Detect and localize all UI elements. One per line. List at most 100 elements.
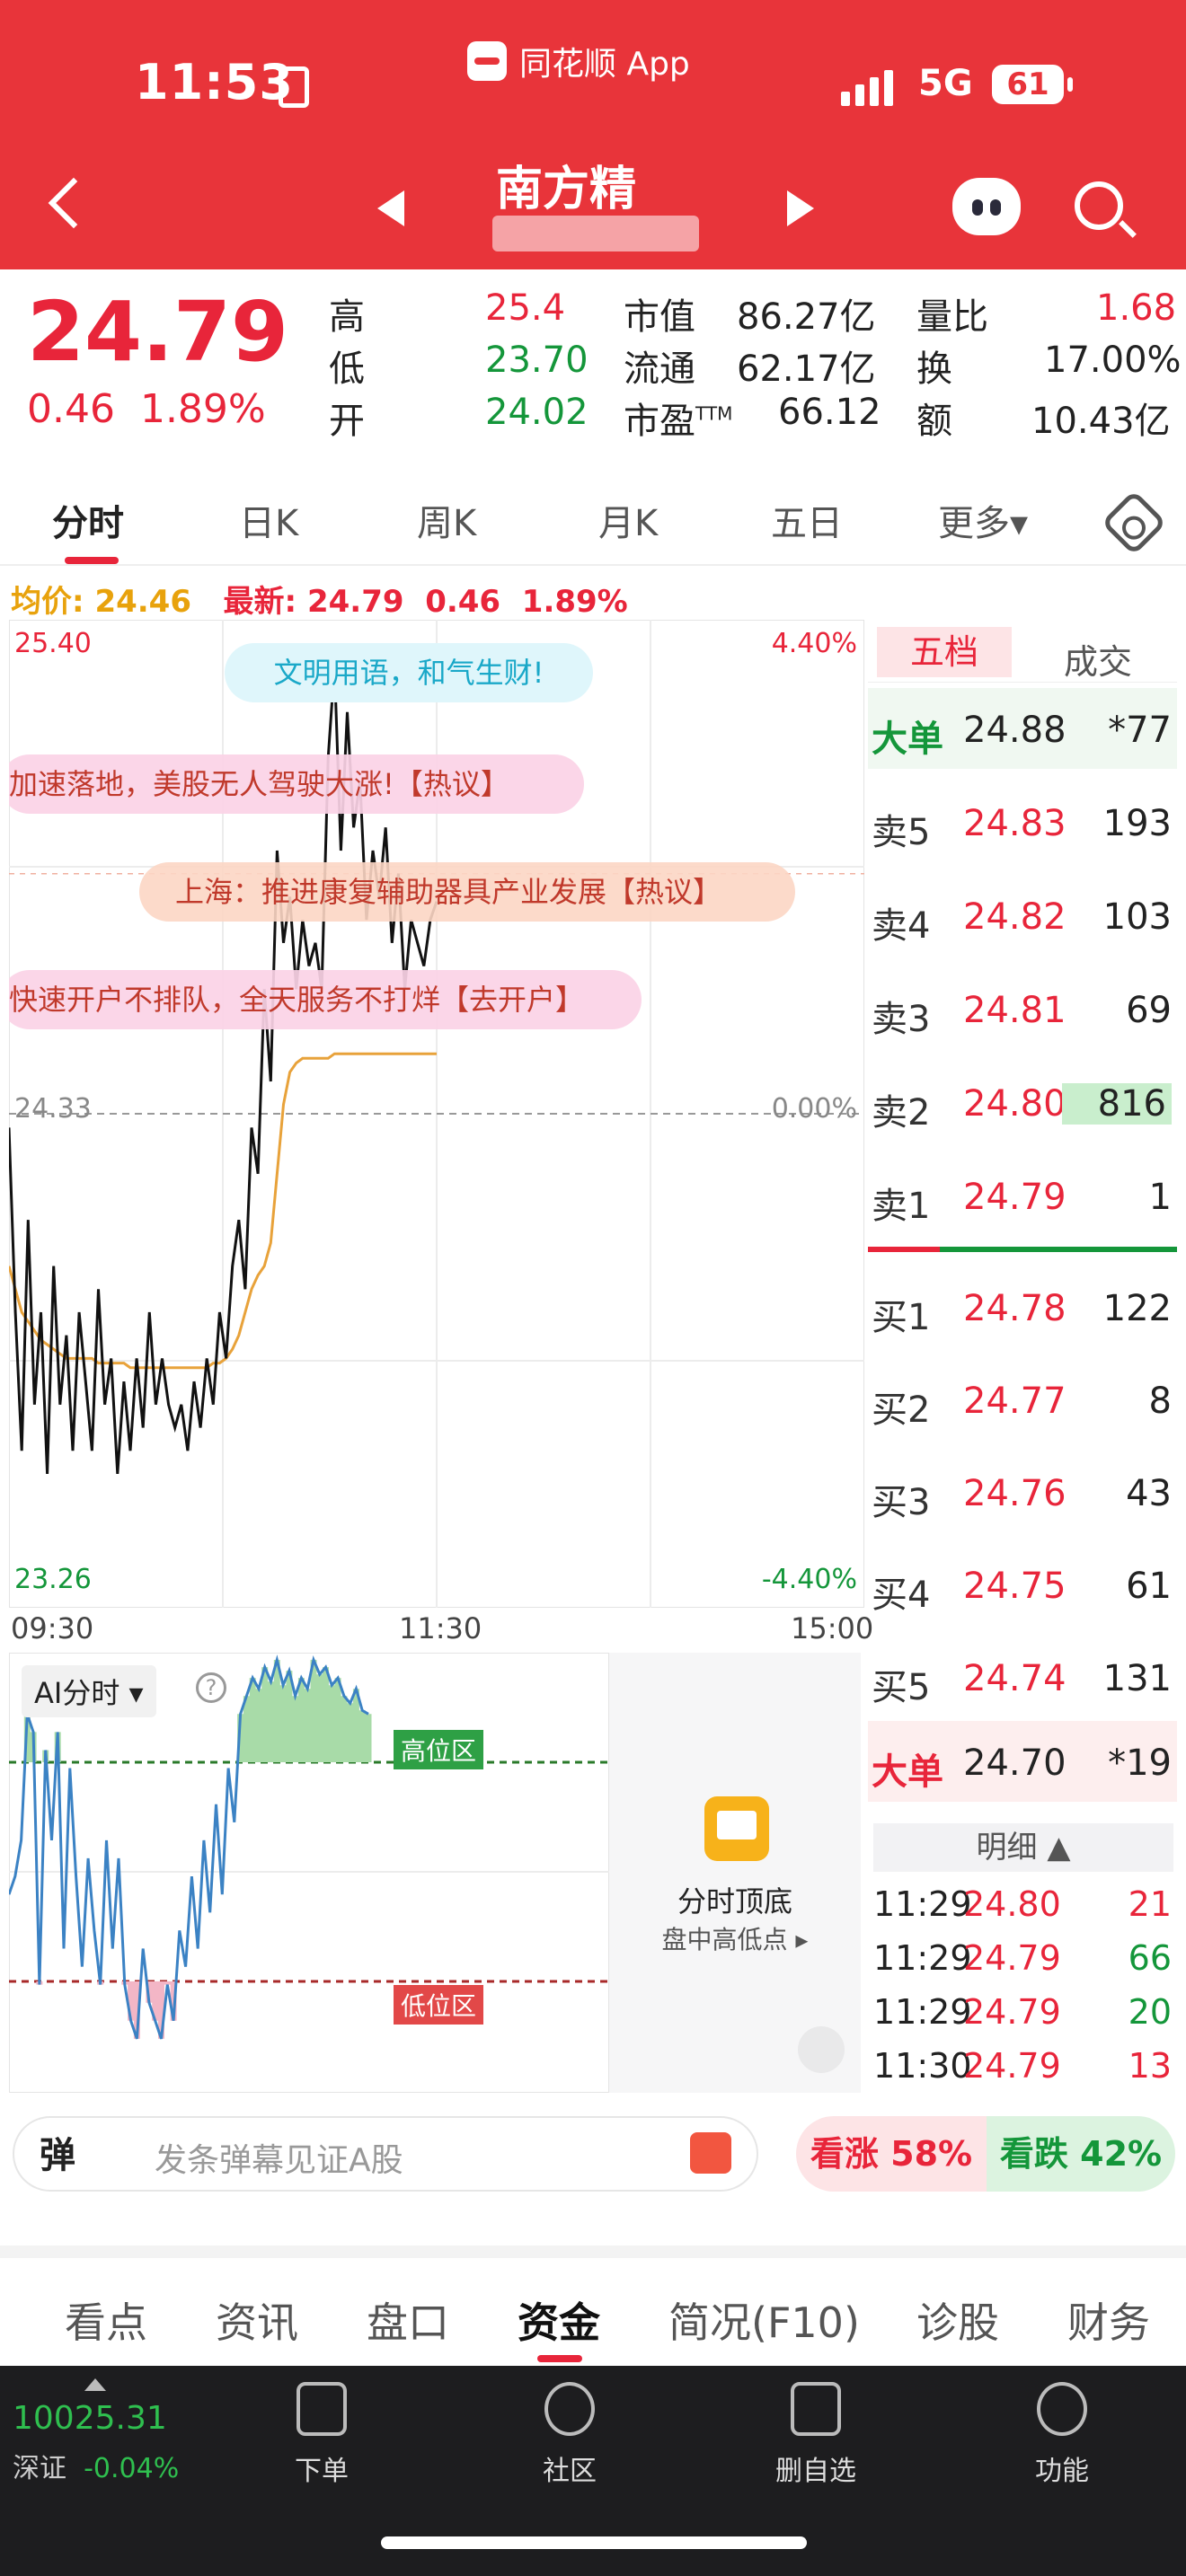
- trade-time: 11:29: [873, 1938, 972, 1978]
- trade-time: 11:29: [873, 1992, 972, 2032]
- footer-order-label: 下单: [295, 2456, 349, 2487]
- footer-order[interactable]: 下单: [259, 2382, 385, 2488]
- tab-funds[interactable]: 资金: [518, 2290, 600, 2350]
- tab-weekly-k[interactable]: 周K: [417, 494, 476, 546]
- tab-monthly-k[interactable]: 月K: [598, 494, 658, 546]
- tab-news[interactable]: 资讯: [216, 2290, 298, 2350]
- buy-level-row: 买1 24.78 122: [868, 1266, 1177, 1347]
- big-sell-row: 大单 24.88 *77: [868, 688, 1177, 769]
- level-price: 24.75: [963, 1566, 1067, 1607]
- quote-panel: 24.79 0.46 1.89% 高 25.4 低 23.70 开 24.02 …: [0, 269, 1186, 458]
- app-name-label: 同花顺 App: [519, 46, 690, 83]
- y-max-label: 25.40: [14, 628, 92, 659]
- bottom-tab-underline: [537, 2355, 582, 2362]
- ai-indicator-select[interactable]: AI分时 ▾: [22, 1665, 156, 1717]
- tab-five-day[interactable]: 五日: [771, 494, 843, 546]
- danmu-input[interactable]: 弹 发条弹幕见证A股: [13, 2116, 758, 2192]
- vote-up-button[interactable]: 看涨 58%: [796, 2116, 987, 2192]
- high-zone-label: 高位区: [394, 1730, 484, 1769]
- prev-stock-icon[interactable]: [377, 190, 404, 226]
- turning-point-card[interactable]: 分时顶底 盘中高低点 ▸: [609, 1653, 861, 2093]
- settings-icon[interactable]: [1101, 490, 1167, 556]
- sell-level-row: 卖2 24.80 816: [868, 1062, 1177, 1142]
- index-ticker[interactable]: 10025.31 深证 -0.04%: [13, 2378, 210, 2485]
- trade-volume: 21: [1128, 1884, 1172, 1924]
- ai-assistant-icon[interactable]: [952, 178, 1021, 235]
- gift-icon[interactable]: [690, 2132, 731, 2174]
- intraday-chart[interactable]: 文明用语，和气生财! 加速落地，美股无人驾驶大涨!【热议】 上海：推进康复辅助器…: [9, 620, 864, 1608]
- index-name: 深证: [13, 2453, 66, 2484]
- sell-level-row: 卖1 24.79 1: [868, 1155, 1177, 1236]
- avg-price-line: 均价: 24.46 最新: 24.79 0.46 1.89%: [11, 577, 628, 621]
- tab-trades[interactable]: 成交: [1064, 634, 1132, 684]
- latest-value: 24.79: [306, 584, 404, 620]
- trade-time: 11:30: [873, 2046, 972, 2086]
- help-icon[interactable]: ?: [196, 1672, 226, 1703]
- app-logo-icon: [467, 41, 507, 81]
- pct-ref-label: 0.00%: [772, 1093, 857, 1125]
- tab-f10[interactable]: 简况(F10): [668, 2290, 860, 2350]
- level-volume: 69: [1126, 990, 1172, 1031]
- tab-intraday[interactable]: 分时: [52, 494, 124, 546]
- y-min-label: 23.26: [14, 1564, 92, 1595]
- header: 11:53 同花顺 App 5G 61 南方精: [0, 0, 1186, 269]
- open-value: 24.02: [485, 392, 589, 433]
- trade-volume: 13: [1128, 2046, 1172, 2086]
- order-book: 五档 成交 大单 24.88 *77 卖5 24.83 193 卖4 24.82 103 卖…: [868, 623, 1177, 2096]
- battery-icon: 61: [992, 65, 1073, 104]
- x-tick-close: 15:00: [791, 1611, 874, 1645]
- back-icon[interactable]: [48, 177, 100, 229]
- footer-bar: 10025.31 深证 -0.04% 下单 社区 删自选 功能: [0, 2366, 1186, 2576]
- latest-pct: 1.89%: [521, 584, 628, 620]
- overlay-banner-4[interactable]: 快速开户不排队，全天服务不打烊【去开户】: [9, 983, 584, 1017]
- level-price: 24.79: [963, 1177, 1067, 1218]
- footer-remove-watchlist[interactable]: 删自选: [753, 2382, 879, 2488]
- change-pct: 1.89%: [139, 386, 266, 432]
- trade-price: 24.79: [963, 1938, 1061, 1978]
- volume-ratio-label: 量比: [916, 296, 988, 338]
- float-value: 62.17亿: [737, 348, 876, 390]
- tab-daily-k[interactable]: 日K: [239, 494, 298, 546]
- buy-level-row: 买4 24.75 61: [868, 1544, 1177, 1625]
- tab-more[interactable]: 更多▾: [938, 494, 1028, 546]
- low-label: 低: [329, 348, 365, 390]
- menu-icon: [1037, 2382, 1087, 2436]
- tab-financials[interactable]: 财务: [1067, 2290, 1150, 2350]
- tab-five-levels[interactable]: 五档: [877, 627, 1012, 677]
- spread-divider: [868, 1247, 1177, 1252]
- overlay-banner-2[interactable]: 加速落地，美股无人驾驶大涨!【热议】: [9, 767, 509, 801]
- community-icon: [544, 2382, 595, 2436]
- x-axis: 09:30 11:30 15:00: [9, 1611, 873, 1647]
- footer-functions[interactable]: 功能: [999, 2382, 1125, 2488]
- buy-level-row: 买5 24.74 131: [868, 1636, 1177, 1717]
- next-stock-icon[interactable]: [787, 190, 814, 226]
- level-volume: 816: [1061, 1083, 1172, 1125]
- level-volume: 61: [1126, 1566, 1172, 1607]
- vote-down-button[interactable]: 看跌 42%: [987, 2116, 1175, 2192]
- level-volume: 8: [1148, 1381, 1172, 1422]
- trade-time: 11:29: [873, 1884, 972, 1924]
- trade-price: 24.79: [963, 1992, 1061, 2032]
- level-volume: 103: [1102, 896, 1172, 938]
- level-price: 24.83: [963, 803, 1067, 844]
- chart-tabs: 分时 日K 周K 月K 五日 更多▾: [0, 467, 1186, 566]
- tab-orderbook[interactable]: 盘口: [367, 2290, 449, 2350]
- level-label: 买5: [872, 1667, 931, 1708]
- danmu-placeholder: 发条弹幕见证A股: [155, 2142, 403, 2179]
- app-name[interactable]: 同花顺 App: [467, 38, 690, 84]
- sell-level-row: 卖5 24.83 193: [868, 781, 1177, 862]
- overlay-banner-3[interactable]: 上海：推进康复辅助器具产业发展【热议】: [175, 875, 721, 909]
- pct-min-label: -4.40%: [762, 1564, 857, 1595]
- footer-community[interactable]: 社区: [507, 2382, 633, 2488]
- tab-diagnosis[interactable]: 诊股: [916, 2290, 999, 2350]
- network-type: 5G: [918, 63, 973, 104]
- overlay-banner-1[interactable]: 文明用语，和气生财!: [274, 656, 544, 690]
- level-label: 卖4: [872, 905, 931, 947]
- index-change: -0.04%: [84, 2453, 180, 2484]
- detail-header[interactable]: 明细 ▲: [873, 1823, 1173, 1872]
- search-icon[interactable]: [1075, 181, 1123, 230]
- tab-highlights[interactable]: 看点: [65, 2290, 147, 2350]
- footer-community-label: 社区: [543, 2456, 597, 2487]
- level-label: 卖2: [872, 1092, 931, 1134]
- expand-icon[interactable]: [798, 2026, 845, 2073]
